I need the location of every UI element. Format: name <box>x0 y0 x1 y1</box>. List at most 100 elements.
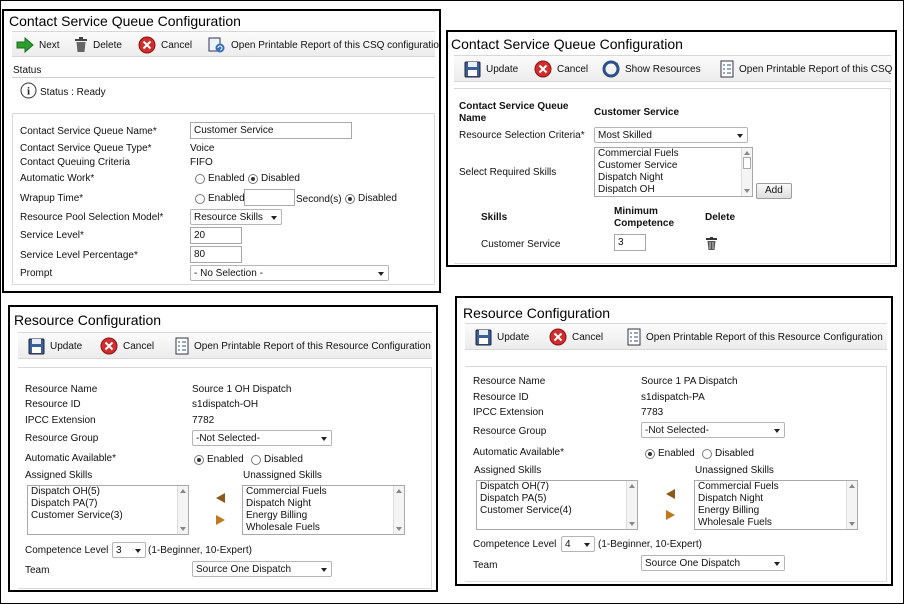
automatic-available-label: Automatic Available* <box>473 447 564 458</box>
listbox-scrollbar[interactable] <box>177 486 188 534</box>
automatic-available-disabled-radio[interactable]: Disabled <box>251 454 303 465</box>
open-report-button[interactable]: Open Printable Report of this CSQ <box>720 59 892 79</box>
csq-name-label: Contact Service Queue Name* <box>20 126 157 137</box>
resource-group-select[interactable]: -Not Selected- <box>192 430 332 446</box>
cancel-icon <box>100 337 118 355</box>
list-item[interactable]: Dispatch Night <box>243 498 404 510</box>
cancel-icon <box>534 60 552 78</box>
pool-selection-select[interactable]: Resource Skills <box>190 209 282 225</box>
list-item[interactable]: Wholesale Fuels <box>243 522 404 534</box>
list-item[interactable]: Energy Billing <box>243 510 404 522</box>
list-item[interactable]: Commercial Fuels <box>695 481 857 493</box>
cancel-button[interactable]: Cancel <box>138 35 192 55</box>
wrapup-disabled-radio[interactable]: Disabled <box>345 193 397 204</box>
ipcc-extension-value: 7782 <box>192 415 215 426</box>
delete-button[interactable]: Delete <box>74 35 122 55</box>
scroll-down-icon <box>629 522 635 526</box>
svg-text:i: i <box>27 86 30 98</box>
show-resources-button[interactable]: Show Resources <box>602 59 701 79</box>
selection-criteria-select[interactable]: Most Skilled <box>594 127 748 143</box>
listbox-scrollbar[interactable] <box>626 481 637 529</box>
list-item[interactable]: Customer Service(4) <box>477 505 637 517</box>
competence-level-select[interactable]: 3 <box>112 542 146 558</box>
list-item[interactable]: Dispatch Night <box>595 172 752 184</box>
skill-competence-input[interactable]: 3 <box>614 234 646 251</box>
listbox-scrollbar[interactable] <box>393 486 404 534</box>
required-skills-listbox[interactable]: Commercial Fuels Customer Service Dispat… <box>594 147 753 197</box>
cancel-label: Cancel <box>557 63 589 75</box>
move-right-arrow-icon[interactable] <box>216 515 225 525</box>
save-disk-icon <box>464 61 481 77</box>
list-item[interactable]: Customer Service <box>595 160 752 172</box>
listbox-scrollbar[interactable] <box>741 148 752 196</box>
cancel-button[interactable]: Cancel <box>549 327 603 347</box>
list-item[interactable]: Dispatch Night <box>695 493 857 505</box>
list-item[interactable]: Dispatch OH <box>595 184 752 196</box>
list-item[interactable]: Commercial Fuels <box>595 148 752 160</box>
update-button[interactable]: Update <box>28 336 82 356</box>
unassigned-skills-listbox[interactable]: Commercial Fuels Dispatch Night Energy B… <box>694 480 858 530</box>
wrapup-seconds-input[interactable] <box>244 189 295 206</box>
prompt-select[interactable]: - No Selection - <box>190 265 389 281</box>
next-arrow-icon <box>16 37 34 53</box>
automatic-work-disabled-radio[interactable]: Disabled <box>248 173 300 184</box>
list-item[interactable]: Customer Service(3) <box>28 510 188 522</box>
cancel-button[interactable]: Cancel <box>534 59 588 79</box>
resource-id-label: Resource ID <box>473 392 529 403</box>
automatic-available-disabled-radio[interactable]: Disabled <box>702 448 754 459</box>
select-value: Source One Dispatch <box>196 564 292 575</box>
resource-group-select[interactable]: -Not Selected- <box>641 422 785 438</box>
list-item[interactable]: Dispatch OH(7) <box>477 481 637 493</box>
scroll-thumb[interactable] <box>743 157 751 169</box>
competence-level-select[interactable]: 4 <box>561 536 595 552</box>
scroll-up-icon <box>744 151 750 155</box>
dropdown-arrow-icon <box>774 562 780 566</box>
list-item[interactable]: Dispatch PA(5) <box>477 493 637 505</box>
automatic-available-enabled-radio[interactable]: Enabled <box>645 448 695 459</box>
move-right-arrow-icon[interactable] <box>666 510 675 520</box>
list-item[interactable]: Dispatch PA(7) <box>28 498 188 510</box>
open-report-button[interactable]: Open Printable Report of this Resource C… <box>175 336 431 356</box>
team-select[interactable]: Source One Dispatch <box>641 555 785 571</box>
move-left-arrow-icon[interactable] <box>216 493 225 503</box>
automatic-available-enabled-radio[interactable]: Enabled <box>194 454 244 465</box>
resource-name-value: Source 1 PA Dispatch <box>641 376 738 387</box>
assigned-skills-listbox[interactable]: Dispatch OH(5) Dispatch PA(7) Customer S… <box>27 485 189 535</box>
open-report-button[interactable]: Open Printable Report of this CSQ config… <box>208 35 439 55</box>
unassigned-skills-listbox[interactable]: Commercial Fuels Dispatch Night Energy B… <box>242 485 405 535</box>
delete-trash-icon[interactable] <box>706 237 717 250</box>
select-value: Most Skilled <box>598 130 652 141</box>
info-icon: i <box>20 82 37 99</box>
radio-circle <box>248 173 258 184</box>
csq-name-input[interactable]: Customer Service <box>190 122 352 139</box>
dropdown-arrow-icon <box>584 543 590 547</box>
update-button[interactable]: Update <box>464 59 518 79</box>
open-report-button[interactable]: Open Printable Report of this Resource C… <box>627 327 883 347</box>
move-left-arrow-icon[interactable] <box>666 489 675 499</box>
cancel-button[interactable]: Cancel <box>100 336 154 356</box>
service-pct-input[interactable]: 80 <box>190 246 242 263</box>
list-item[interactable]: Commercial Fuels <box>243 486 404 498</box>
next-label: Next <box>39 39 60 51</box>
service-level-input[interactable]: 20 <box>190 227 242 244</box>
list-item[interactable]: Wholesale Fuels <box>695 517 857 529</box>
list-item[interactable]: Energy Billing <box>695 505 857 517</box>
cancel-label: Cancel <box>572 331 604 343</box>
next-button[interactable]: Next <box>16 35 60 55</box>
checklist-report-icon <box>720 60 734 78</box>
csq-panel-1: Contact Service Queue Configuration Next… <box>2 9 441 293</box>
add-skill-button[interactable]: Add <box>756 183 792 199</box>
update-button[interactable]: Update <box>475 327 529 347</box>
radio-label: Disabled <box>715 448 754 459</box>
wrapup-enabled-radio[interactable]: Enabled <box>195 193 245 204</box>
list-item[interactable]: Dispatch OH(5) <box>28 486 188 498</box>
toolbar: Next Delete Cancel Open Printable Report… <box>12 31 439 57</box>
listbox-scrollbar[interactable] <box>846 481 857 529</box>
team-select[interactable]: Source One Dispatch <box>192 561 332 577</box>
automatic-work-enabled-radio[interactable]: Enabled <box>195 173 245 184</box>
cancel-label: Cancel <box>123 340 155 352</box>
unassigned-skills-label: Unassigned Skills <box>695 465 774 476</box>
scroll-up-icon <box>396 489 402 493</box>
assigned-skills-listbox[interactable]: Dispatch OH(7) Dispatch PA(5) Customer S… <box>476 480 638 530</box>
assigned-skills-label: Assigned Skills <box>25 470 93 481</box>
